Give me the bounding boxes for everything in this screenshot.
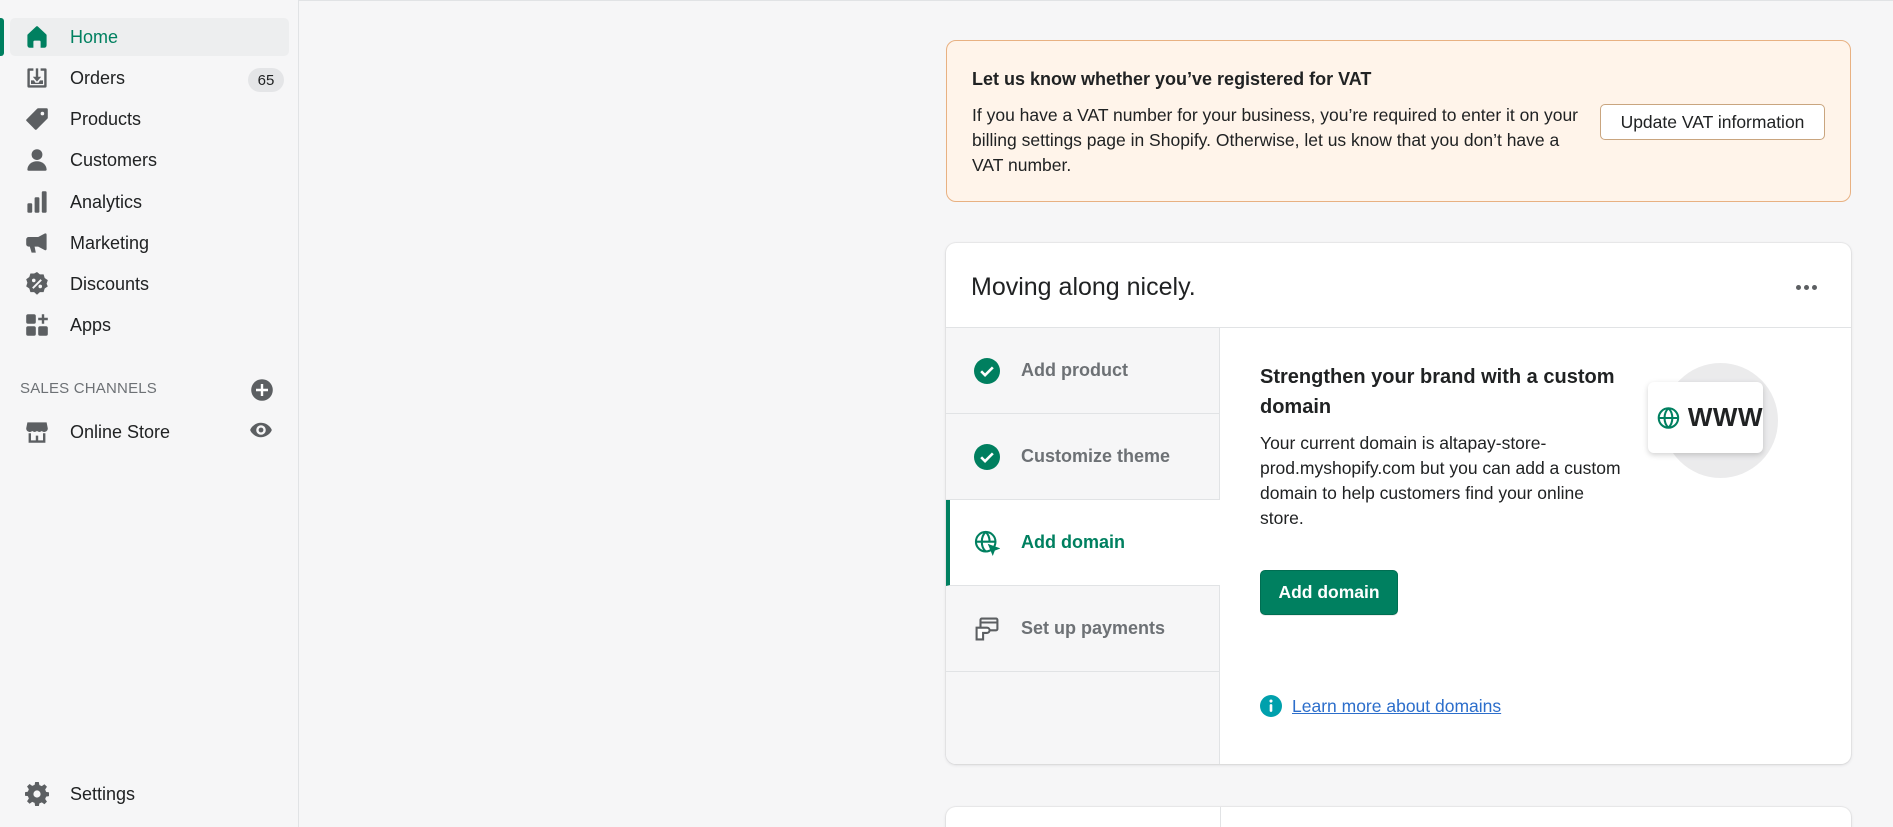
main-content: Let us know whether you’ve registered fo… <box>299 0 1893 827</box>
domain-illustration: WWW <box>1648 363 1778 479</box>
sidebar-item-analytics[interactable]: Analytics <box>10 183 289 221</box>
step-customize-theme[interactable]: Customize theme <box>946 414 1220 500</box>
learn-more: Learn more about domains <box>1260 695 1501 717</box>
step-set-up-payments[interactable]: Set up payments <box>946 586 1220 672</box>
sidebar-item-label: Apps <box>70 314 112 335</box>
www-label: WWW <box>1687 402 1763 432</box>
store-icon <box>24 419 50 445</box>
home-icon <box>24 24 50 50</box>
sidebar-item-products[interactable]: Products <box>10 100 289 138</box>
orders-count-badge: 65 <box>248 68 284 92</box>
orders-icon <box>24 65 50 91</box>
discount-icon <box>24 271 50 297</box>
plus-circle-icon <box>251 379 273 401</box>
person-icon <box>24 147 50 173</box>
sidebar: Home Orders 65 Products Customers Analyt… <box>0 0 299 827</box>
illustration-box: WWW <box>1648 382 1763 453</box>
step-detail: Strengthen your brand with a custom doma… <box>1220 328 1851 764</box>
sidebar-item-marketing[interactable]: Marketing <box>10 224 289 262</box>
payment-card-icon <box>973 615 1001 643</box>
sidebar-item-label: Home <box>70 26 119 47</box>
step-label: Set up payments <box>1021 618 1166 638</box>
view-online-store-button[interactable] <box>249 418 273 442</box>
detail-body: Your current domain is altapay-store-pro… <box>1260 433 1621 528</box>
vat-banner-title: Let us know whether you’ve registered fo… <box>972 69 1372 89</box>
check-circle-icon <box>973 357 1001 385</box>
step-label: Customize theme <box>1021 446 1171 466</box>
sidebar-item-label: Discounts <box>70 273 150 294</box>
step-label: Add domain <box>1021 532 1125 552</box>
card-title: Moving along nicely. <box>971 273 1196 301</box>
setup-guide-card: Moving along nicely. Add product Customi… <box>946 243 1851 764</box>
card-divider <box>1220 807 1221 827</box>
sidebar-item-label: Settings <box>70 783 136 804</box>
detail-title: Strengthen your brand with a custom doma… <box>1260 366 1615 418</box>
sidebar-item-label: Analytics <box>70 191 143 212</box>
more-actions-button[interactable] <box>1791 275 1821 299</box>
megaphone-icon <box>24 230 50 256</box>
globe-cursor-icon <box>973 529 1001 557</box>
step-add-product[interactable]: Add product <box>946 328 1220 414</box>
check-circle-icon <box>973 443 1001 471</box>
dot-icon <box>1803 284 1809 290</box>
sidebar-item-home[interactable]: Home <box>10 18 289 56</box>
sidebar-item-label: Orders <box>70 67 126 88</box>
info-icon <box>1260 695 1282 717</box>
bar-chart-icon <box>24 189 50 215</box>
setup-steps: Add product Customize theme Add domain S… <box>946 328 1220 764</box>
add-domain-button[interactable]: Add domain <box>1260 570 1398 615</box>
vat-banner: Let us know whether you’ve registered fo… <box>946 40 1851 202</box>
eye-icon <box>250 422 272 438</box>
sidebar-item-orders[interactable]: Orders 65 <box>10 59 289 97</box>
gear-icon <box>24 781 50 807</box>
sidebar-item-discounts[interactable]: Discounts <box>10 265 289 303</box>
sidebar-item-label: Customers <box>70 149 158 170</box>
sidebar-item-online-store[interactable]: Online Store <box>10 413 289 451</box>
update-vat-button[interactable]: Update VAT information <box>1600 104 1825 140</box>
globe-icon <box>1657 406 1680 429</box>
add-sales-channel-button[interactable] <box>250 378 274 402</box>
sidebar-item-label: Products <box>70 108 142 129</box>
dot-icon <box>1795 284 1801 290</box>
sidebar-item-settings[interactable]: Settings <box>10 775 289 813</box>
sidebar-item-apps[interactable]: Apps <box>10 306 289 344</box>
dot-icon <box>1811 284 1817 290</box>
next-card <box>946 807 1851 827</box>
sidebar-item-label: Online Store <box>70 421 171 442</box>
sidebar-item-customers[interactable]: Customers <box>10 141 289 179</box>
vat-banner-body: If you have a VAT number for your busine… <box>972 105 1579 175</box>
step-label: Add product <box>1021 360 1128 380</box>
apps-icon <box>24 312 50 338</box>
sales-channels-heading: SALES CHANNELS <box>20 380 158 397</box>
step-add-domain[interactable]: Add domain <box>946 500 1220 586</box>
learn-more-domains-link[interactable]: Learn more about domains <box>1292 696 1501 717</box>
tag-icon <box>24 106 50 132</box>
sidebar-item-label: Marketing <box>70 232 150 253</box>
active-indicator <box>0 18 4 56</box>
